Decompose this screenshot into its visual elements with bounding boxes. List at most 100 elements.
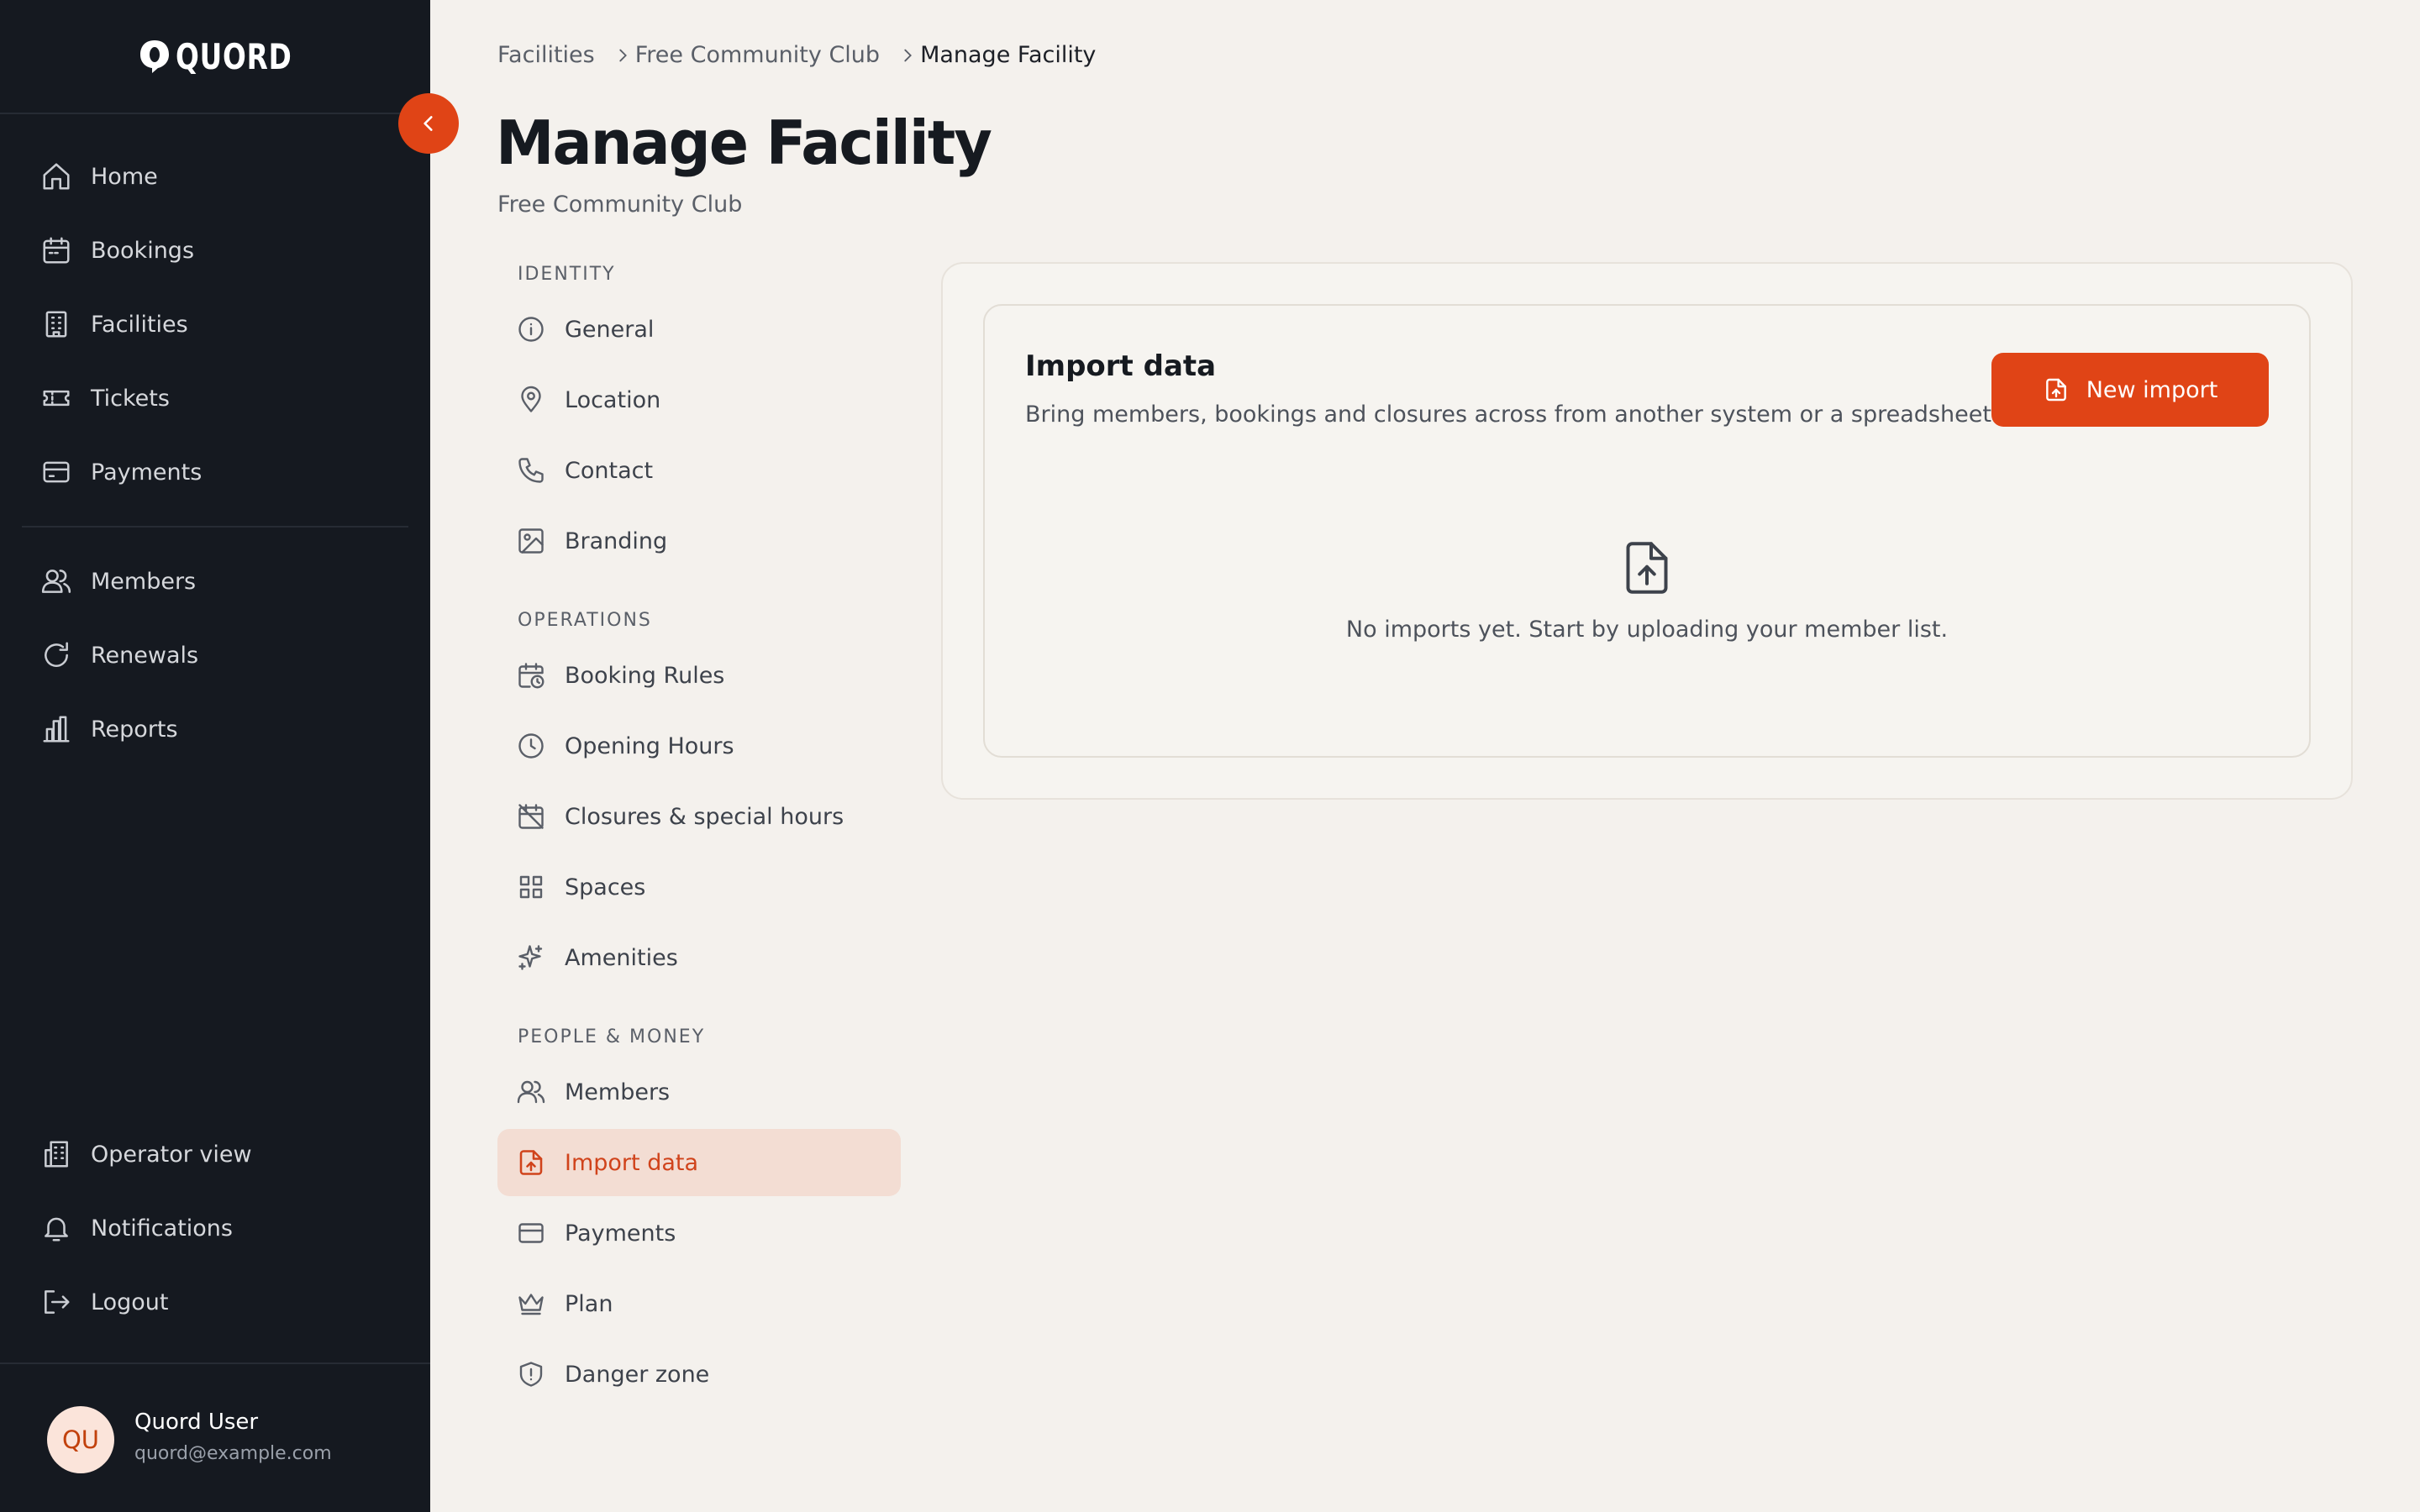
- sidebar-item-payments[interactable]: Payments: [40, 452, 202, 492]
- sidebar-item-logout[interactable]: Logout: [40, 1282, 168, 1322]
- home-icon: [43, 163, 70, 190]
- map-pin-icon: [521, 386, 541, 412]
- sidebar-item-label: Notifications: [91, 1215, 233, 1242]
- sidebar-item-home[interactable]: Home: [40, 156, 158, 197]
- breadcrumb-link-facilities[interactable]: Facilities: [497, 42, 595, 68]
- phone-icon: [518, 458, 544, 483]
- sidebar-item-members[interactable]: Members: [40, 561, 196, 601]
- office-building-icon: [45, 1141, 68, 1168]
- subnav-item-label: Spaces: [565, 874, 646, 900]
- bar-chart-icon: [43, 716, 70, 743]
- sidebar-item-label: Tickets: [91, 385, 170, 412]
- building-icon: [45, 311, 67, 338]
- subnav-item-opening-hours[interactable]: Opening Hours: [497, 712, 901, 780]
- subnav-item-label: Amenities: [565, 944, 678, 971]
- sidebar-item-bookings[interactable]: Bookings: [40, 230, 194, 270]
- chevron-right-icon: [619, 49, 627, 61]
- clock-icon: [518, 733, 544, 759]
- subnav-heading-people-money: PEOPLE & MONEY: [518, 1026, 706, 1047]
- subnav-item-contact[interactable]: Contact: [497, 437, 901, 504]
- grid-icon: [519, 875, 543, 899]
- brand-name: QUORD: [176, 35, 292, 77]
- page-subtitle: Free Community Club: [497, 192, 743, 218]
- sidebar-item-reports[interactable]: Reports: [40, 709, 178, 749]
- subnav-item-booking-rules[interactable]: Booking Rules: [497, 642, 901, 709]
- subnav-heading-operations: OPERATIONS: [518, 610, 652, 631]
- calendar-icon: [43, 237, 70, 264]
- subnav-item-label: Plan: [565, 1290, 613, 1317]
- refresh-icon: [45, 642, 68, 667]
- bell-icon: [45, 1217, 68, 1242]
- sidebar-item-label: Operator view: [91, 1141, 252, 1168]
- shield-alert-icon: [519, 1362, 543, 1387]
- breadcrumb-current: Manage Facility: [920, 42, 1097, 68]
- breadcrumb-link-facility[interactable]: Free Community Club: [635, 42, 880, 68]
- sidebar-item-renewals[interactable]: Renewals: [40, 635, 198, 675]
- empty-state-text: No imports yet. Start by uploading your …: [1345, 617, 1949, 643]
- credit-card-icon: [43, 461, 70, 483]
- breadcrumb: Facilities Free Community Club Manage Fa…: [497, 42, 1096, 68]
- sidebar-item-label: Renewals: [91, 642, 199, 669]
- sidebar-item-tickets[interactable]: Tickets: [40, 378, 170, 418]
- user-email: quord@example.com: [134, 1443, 332, 1464]
- users-icon: [517, 1080, 545, 1104]
- sidebar-item-operator-view[interactable]: Operator view: [40, 1134, 252, 1174]
- calendar-clock-icon: [518, 663, 544, 689]
- sidebar-item-label: Home: [91, 163, 158, 190]
- subnav-item-members[interactable]: Members: [497, 1058, 901, 1126]
- user-profile[interactable]: QU Quord User quord@example.com: [0, 1362, 430, 1512]
- subnav-item-label: Opening Hours: [565, 732, 734, 759]
- subnav-item-label: Branding: [565, 528, 668, 554]
- credit-card-icon: [518, 1223, 544, 1243]
- users-icon: [41, 570, 71, 593]
- subnav-item-plan[interactable]: Plan: [497, 1270, 901, 1337]
- sidebar-item-label: Members: [91, 568, 197, 595]
- avatar: QU: [47, 1406, 114, 1473]
- chevron-right-icon: [904, 49, 913, 61]
- calendar-off-icon: [518, 804, 544, 829]
- image-icon: [518, 528, 544, 554]
- subnav-item-label: Import data: [565, 1149, 699, 1176]
- ticket-icon: [43, 390, 70, 407]
- sidebar-item-label: Reports: [91, 716, 178, 743]
- file-upload-icon: [1626, 542, 1668, 594]
- subnav-item-label: Members: [565, 1079, 671, 1105]
- import-card-description: Bring members, bookings and closures acr…: [1025, 402, 1999, 428]
- sidebar-divider: [22, 526, 408, 528]
- subnav-item-import-data[interactable]: Import data: [497, 1129, 901, 1196]
- import-card-title: Import data: [1025, 349, 1217, 383]
- brand-logo[interactable]: QUORD: [0, 0, 430, 114]
- file-upload-icon: [2045, 378, 2066, 402]
- subnav-item-label: General: [565, 316, 655, 343]
- sidebar-item-label: Payments: [91, 459, 203, 486]
- new-import-button[interactable]: New import: [1991, 353, 2269, 427]
- subnav-item-spaces[interactable]: Spaces: [497, 853, 901, 921]
- quord-logo-icon: [140, 40, 170, 73]
- subnav-item-label: Closures & special hours: [565, 803, 844, 830]
- subnav-item-general[interactable]: General: [497, 296, 901, 363]
- sidebar-item-label: Bookings: [91, 237, 195, 264]
- subnav-item-label: Booking Rules: [565, 662, 725, 689]
- info-icon: [518, 317, 544, 342]
- subnav-item-branding[interactable]: Branding: [497, 507, 901, 575]
- sparkles-icon: [518, 945, 543, 970]
- new-import-label: New import: [2086, 376, 2218, 403]
- sidebar-item-notifications[interactable]: Notifications: [40, 1208, 233, 1248]
- sidebar: QUORD Home Bookings Facilities Tickets P…: [0, 0, 430, 1512]
- sidebar-item-facilities[interactable]: Facilities: [40, 304, 188, 344]
- subnav-item-amenities[interactable]: Amenities: [497, 924, 901, 991]
- sidebar-item-label: Logout: [91, 1289, 169, 1315]
- subnav-item-danger-zone[interactable]: Danger zone: [497, 1341, 901, 1408]
- logout-icon: [45, 1290, 70, 1314]
- subnav-item-label: Location: [565, 386, 661, 413]
- sidebar-collapse-button[interactable]: [398, 93, 459, 154]
- user-name: Quord User: [134, 1410, 259, 1435]
- subnav-item-label: Contact: [565, 457, 654, 484]
- subnav-heading-identity: IDENTITY: [518, 264, 616, 285]
- subnav-item-location[interactable]: Location: [497, 366, 901, 433]
- crown-icon: [518, 1294, 544, 1315]
- chevron-left-icon: [424, 116, 433, 131]
- subnav-item-payments[interactable]: Payments: [497, 1200, 901, 1267]
- subnav-item-closures[interactable]: Closures & special hours: [497, 783, 901, 850]
- sidebar-item-label: Facilities: [91, 311, 188, 338]
